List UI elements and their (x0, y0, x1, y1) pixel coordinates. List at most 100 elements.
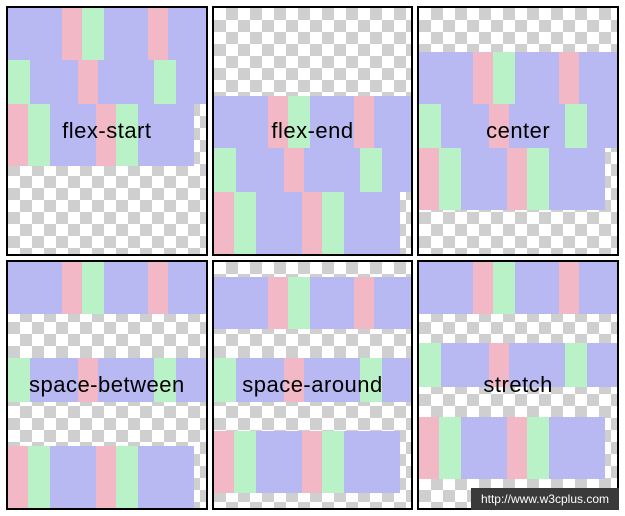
flex-line (419, 52, 617, 104)
flex-item (559, 262, 579, 314)
flex-line (214, 431, 412, 493)
flex-item (30, 60, 78, 104)
flex-item (441, 104, 489, 148)
flex-item (587, 343, 617, 387)
flex-line (8, 8, 206, 60)
flex-item (302, 431, 322, 493)
flex-line (419, 417, 617, 479)
flex-item (154, 358, 176, 402)
flex-item (461, 417, 507, 479)
flex-item (30, 358, 78, 402)
flex-item (284, 148, 304, 192)
flex-item (104, 262, 148, 314)
flex-item (176, 358, 206, 402)
flex-item (461, 148, 507, 210)
flex-item (96, 104, 116, 166)
flex-item (116, 104, 138, 166)
diagram-grid: flex-start flex-end center space-between… (0, 0, 625, 516)
flex-item (344, 431, 400, 493)
flex-item (489, 343, 509, 387)
flex-item (587, 104, 617, 148)
flex-item (302, 192, 322, 254)
flex-item (354, 96, 374, 148)
flex-item (322, 192, 344, 254)
flex-item (8, 104, 28, 166)
panel-space-around: space-around (212, 260, 414, 510)
flex-item (419, 148, 439, 210)
flex-item (148, 8, 168, 60)
flex-item (104, 8, 148, 60)
flex-item (8, 60, 30, 104)
flex-item (214, 358, 236, 402)
flex-item (236, 358, 284, 402)
flex-item (214, 96, 268, 148)
flex-item (382, 148, 412, 192)
flex-line (419, 262, 617, 314)
flex-line (214, 148, 412, 192)
flex-item (559, 52, 579, 104)
flex-item (62, 262, 82, 314)
flex-item (8, 358, 30, 402)
flex-item (439, 417, 461, 479)
flex-line (214, 96, 412, 148)
flex-item (154, 60, 176, 104)
flex-line (214, 358, 412, 402)
flex-item (304, 148, 360, 192)
flex-item (78, 60, 98, 104)
flex-item (116, 446, 138, 508)
flex-item (509, 343, 565, 387)
flex-item (288, 277, 310, 329)
flex-line (419, 343, 617, 387)
flex-item (549, 417, 605, 479)
flex-item (256, 192, 302, 254)
flex-line (214, 277, 412, 329)
flex-line (8, 358, 206, 402)
flex-item (168, 8, 206, 60)
flex-item (176, 60, 206, 104)
flex-item (489, 104, 509, 148)
flex-item (284, 358, 304, 402)
flex-item (28, 104, 50, 166)
flex-line (214, 192, 412, 254)
flex-item (168, 262, 206, 314)
flex-item (419, 417, 439, 479)
flex-item (374, 277, 412, 329)
flex-item (148, 262, 168, 314)
flex-item (288, 96, 310, 148)
flex-item (50, 104, 96, 166)
flex-item (98, 358, 154, 402)
flex-item (527, 417, 549, 479)
flex-item (515, 52, 559, 104)
flex-item (214, 192, 234, 254)
flex-item (138, 104, 194, 166)
flex-item (374, 96, 412, 148)
flex-item (268, 277, 288, 329)
watermark: http://www.w3cplus.com (471, 488, 619, 510)
flex-item (509, 104, 565, 148)
flex-item (214, 148, 236, 192)
flex-item (360, 358, 382, 402)
flex-item (493, 262, 515, 314)
flex-item (507, 417, 527, 479)
flex-item (28, 446, 50, 508)
flex-item (382, 358, 412, 402)
flex-item (62, 8, 82, 60)
flex-item (360, 148, 382, 192)
flex-line (8, 60, 206, 104)
flex-item (234, 431, 256, 493)
flex-item (441, 343, 489, 387)
flex-item (214, 431, 234, 493)
flex-item (98, 60, 154, 104)
flex-item (507, 148, 527, 210)
flex-line (8, 104, 206, 166)
flex-item (493, 52, 515, 104)
flex-item (82, 8, 104, 60)
flex-item (579, 262, 617, 314)
panel-flex-end: flex-end (212, 6, 414, 256)
flex-item (310, 96, 354, 148)
flex-item (473, 262, 493, 314)
flex-item (579, 52, 617, 104)
panel-flex-start: flex-start (6, 6, 208, 256)
flex-item (234, 192, 256, 254)
flex-item (419, 262, 473, 314)
